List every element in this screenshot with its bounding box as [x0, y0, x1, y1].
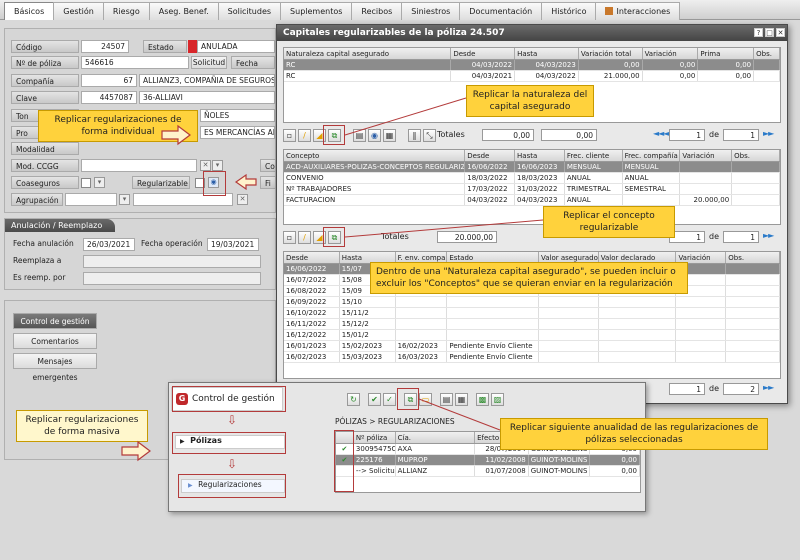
- arrow-individual: [161, 124, 191, 146]
- arrow-masiva: [121, 440, 151, 462]
- arrow-regularizable: [234, 173, 257, 191]
- annotation-arrows: [121, 97, 544, 462]
